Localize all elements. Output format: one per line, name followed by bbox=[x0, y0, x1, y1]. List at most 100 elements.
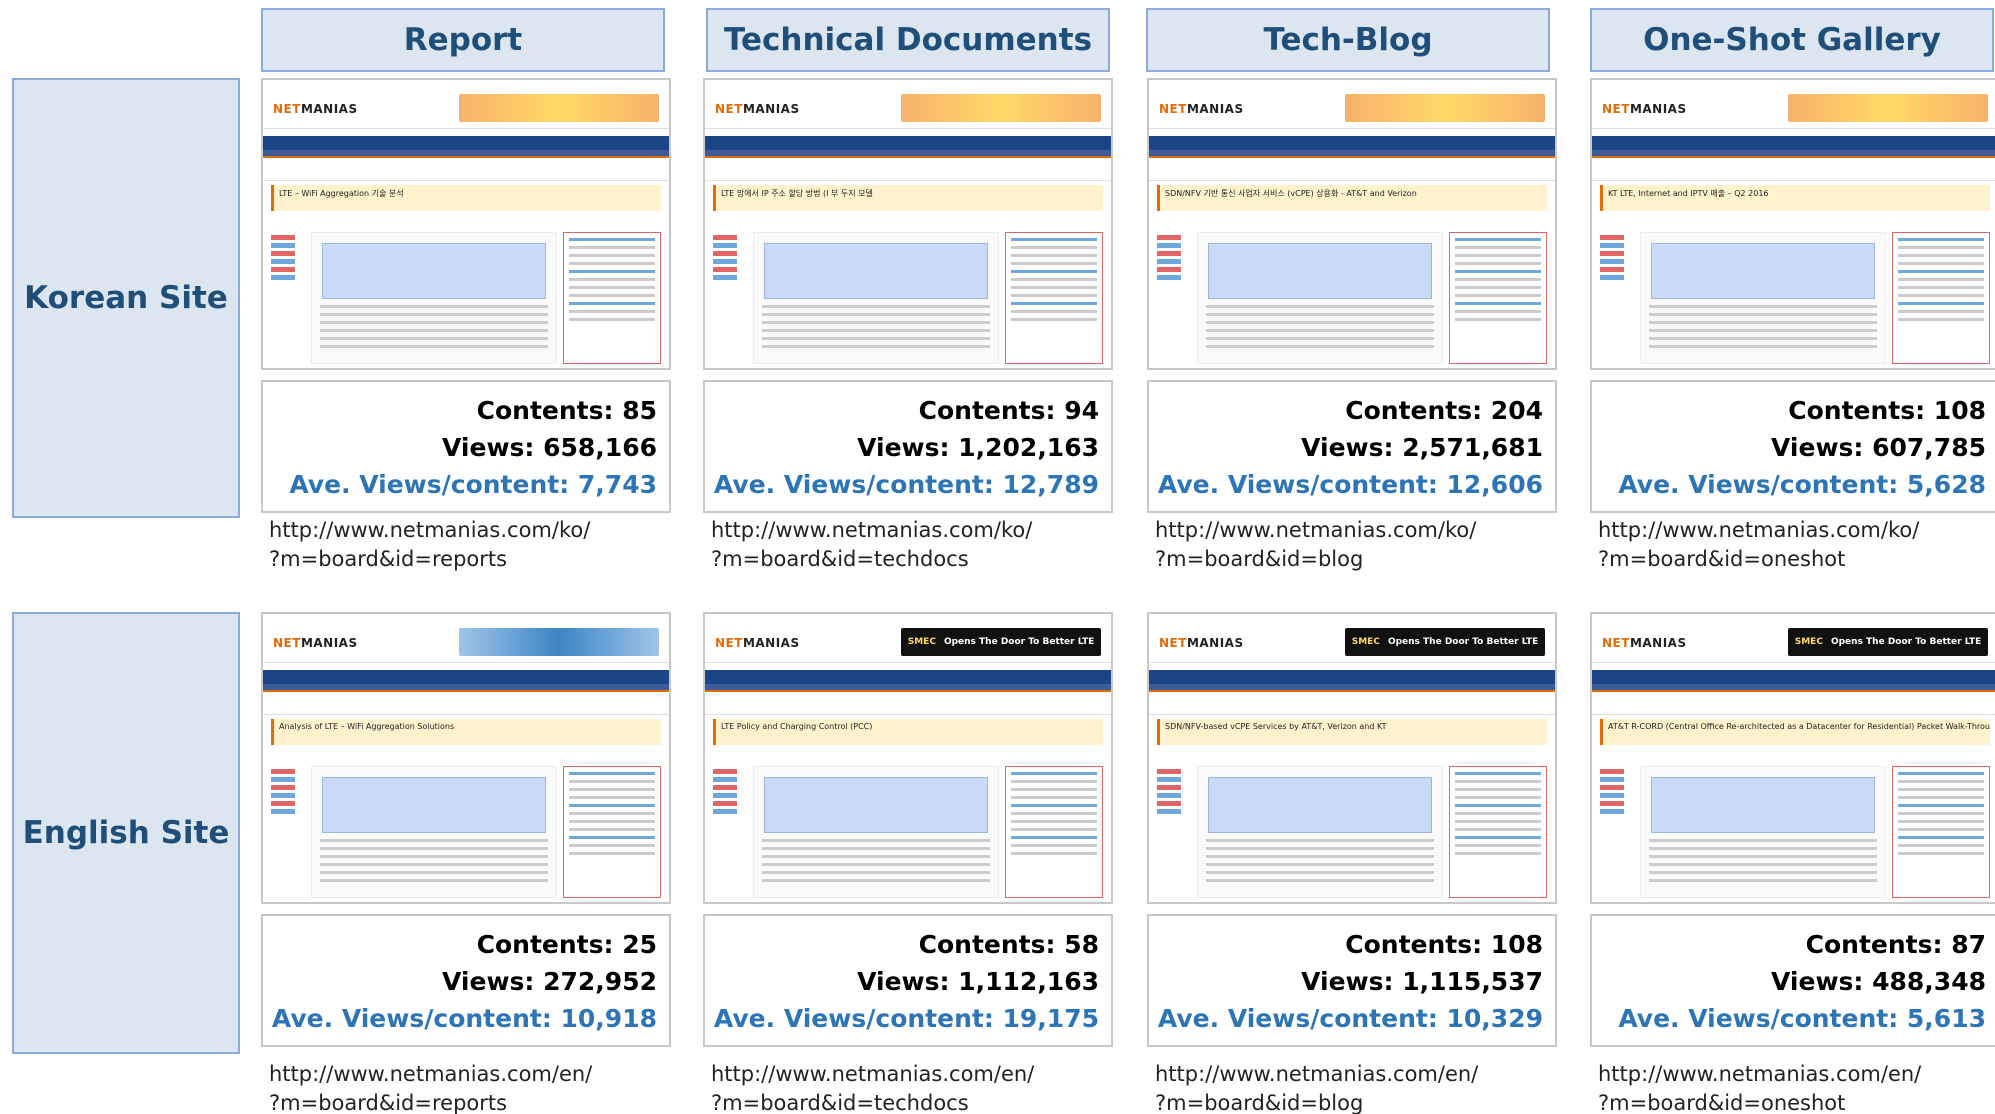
board-url-ko-techdocs[interactable]: http://www.netmanias.com/ko/ ?m=board&id=… bbox=[711, 516, 1141, 574]
board-url-en-report[interactable]: http://www.netmanias.com/en/ ?m=board&id=… bbox=[269, 1060, 699, 1114]
average-views-per-content: Ave. Views/content: 10,918 bbox=[271, 1004, 657, 1033]
thumbnail-sidebar bbox=[1600, 232, 1636, 364]
url-line-2: ?m=board&id=oneshot bbox=[1598, 547, 1846, 571]
average-views-per-content: Ave. Views/content: 5,628 bbox=[1618, 470, 1986, 499]
thumbnail-spacer bbox=[705, 162, 1111, 172]
contents-count: Contents: 108 bbox=[1788, 396, 1986, 425]
column-header-report: Report bbox=[261, 8, 665, 72]
thumbnail-body bbox=[1157, 766, 1547, 898]
thumbnail-spacer bbox=[1149, 696, 1555, 706]
thumbnail-article bbox=[1197, 232, 1443, 364]
column-header-one-shot-gallery: One-Shot Gallery bbox=[1590, 8, 1994, 72]
thumbnail-nav bbox=[263, 662, 669, 670]
board-url-en-oneshot[interactable]: http://www.netmanias.com/en/ ?m=board&id=… bbox=[1598, 1060, 1995, 1114]
netmanias-logo: NETMANIAS bbox=[1159, 636, 1244, 650]
page-thumbnail-en-report[interactable]: NETMANIAS Analysis of LTE – WiFi Aggregat… bbox=[261, 612, 671, 904]
thumbnail-nav-main bbox=[263, 670, 669, 684]
url-line-1: http://www.netmanias.com/ko/ bbox=[711, 518, 1033, 542]
page-thumbnail-en-oneshot[interactable]: NETMANIAS SMEC Opens The Door To Better LT… bbox=[1590, 612, 1995, 904]
thumbnail-banner: SMEC Opens The Door To Better LTE bbox=[1345, 628, 1545, 656]
thumbnail-section-title bbox=[1149, 176, 1555, 181]
thumbnail-section-title bbox=[263, 176, 669, 181]
thumbnail-spacer bbox=[1592, 696, 1995, 706]
page-thumbnail-ko-blog[interactable]: NETMANIAS SDN/NFV 기반 통신 사업자 서비스 (vCPE) 상용… bbox=[1147, 78, 1557, 370]
thumbnail-topbar bbox=[1149, 80, 1555, 90]
url-line-1: http://www.netmanias.com/ko/ bbox=[1598, 518, 1920, 542]
thumbnail-topbar bbox=[1592, 614, 1995, 624]
netmanias-logo: NETMANIAS bbox=[273, 636, 358, 650]
page-thumbnail-en-techdocs[interactable]: NETMANIAS SMEC Opens The Door To Better LT… bbox=[703, 612, 1113, 904]
stats-box-ko-techdocs: Contents: 94 Views: 1,202,163 Ave. Views/c… bbox=[703, 380, 1113, 513]
contents-count: Contents: 204 bbox=[1345, 396, 1543, 425]
board-url-en-blog[interactable]: http://www.netmanias.com/en/ ?m=board&id=… bbox=[1155, 1060, 1585, 1114]
views-count: Views: 2,571,681 bbox=[1301, 433, 1543, 462]
average-views-per-content: Ave. Views/content: 10,329 bbox=[1157, 1004, 1543, 1033]
page-thumbnail-en-blog[interactable]: NETMANIAS SMEC Opens The Door To Better LT… bbox=[1147, 612, 1557, 904]
thumbnail-nav-main bbox=[705, 670, 1111, 684]
banner-slogan: Opens The Door To Better LTE bbox=[1387, 637, 1539, 647]
netmanias-logo: NETMANIAS bbox=[273, 102, 358, 116]
url-line-1: http://www.netmanias.com/en/ bbox=[269, 1062, 593, 1086]
thumbnail-article-title: AT&T R-CORD (Central Office Re-architect… bbox=[1600, 719, 1990, 745]
page-thumbnail-ko-techdocs[interactable]: NETMANIAS LTE 망에서 IP 주소 할당 방법 (I 부 두지 모델 bbox=[703, 78, 1113, 370]
thumbnail-related-box bbox=[1892, 232, 1990, 364]
thumbnail-section-title bbox=[263, 710, 669, 715]
row-label-korean-site: Korean Site bbox=[12, 78, 240, 518]
thumbnail-body bbox=[1157, 232, 1547, 364]
views-count: Views: 488,348 bbox=[1771, 967, 1986, 996]
thumbnail-nav-main bbox=[1592, 670, 1995, 684]
board-url-ko-oneshot[interactable]: http://www.netmanias.com/ko/ ?m=board&id=… bbox=[1598, 516, 1995, 574]
average-views-per-content: Ave. Views/content: 5,613 bbox=[1618, 1004, 1986, 1033]
thumbnail-spacer bbox=[705, 696, 1111, 706]
thumbnail-section-title bbox=[705, 176, 1111, 181]
thumbnail-nav bbox=[1149, 128, 1555, 136]
thumbnail-section-title bbox=[705, 710, 1111, 715]
thumbnail-article-title: Analysis of LTE – WiFi Aggregation Solut… bbox=[271, 719, 661, 745]
thumbnail-article bbox=[1640, 232, 1886, 364]
netmanias-logo: NETMANIAS bbox=[715, 102, 800, 116]
url-line-2: ?m=board&id=techdocs bbox=[711, 547, 969, 571]
board-url-ko-report[interactable]: http://www.netmanias.com/ko/ ?m=board&id=… bbox=[269, 516, 699, 574]
banner-slogan: Opens The Door To Better LTE bbox=[943, 637, 1095, 647]
thumbnail-nav-sub bbox=[1149, 684, 1555, 692]
thumbnail-topbar bbox=[1149, 614, 1555, 624]
page-thumbnail-ko-oneshot[interactable]: NETMANIAS KT LTE, Internet and IPTV 매출 – … bbox=[1590, 78, 1995, 370]
thumbnail-spacer bbox=[263, 696, 669, 706]
url-line-1: http://www.netmanias.com/ko/ bbox=[269, 518, 591, 542]
thumbnail-nav bbox=[705, 128, 1111, 136]
thumbnail-body bbox=[271, 232, 661, 364]
thumbnail-body bbox=[713, 232, 1103, 364]
thumbnail-spacer bbox=[1592, 162, 1995, 172]
thumbnail-header: NETMANIAS bbox=[1149, 90, 1555, 128]
contents-count: Contents: 94 bbox=[918, 396, 1099, 425]
netmanias-logo: NETMANIAS bbox=[715, 636, 800, 650]
thumbnail-related-box bbox=[1892, 766, 1990, 898]
thumbnail-nav-main bbox=[1592, 136, 1995, 150]
thumbnail-nav-sub bbox=[1149, 150, 1555, 158]
thumbnail-article-title: LTE Policy and Charging Control (PCC) bbox=[713, 719, 1103, 745]
thumbnail-article-title: KT LTE, Internet and IPTV 매출 – Q2 2016 bbox=[1600, 185, 1990, 211]
netmanias-logo: NETMANIAS bbox=[1602, 636, 1687, 650]
board-url-ko-blog[interactable]: http://www.netmanias.com/ko/ ?m=board&id=… bbox=[1155, 516, 1585, 574]
thumbnail-sidebar bbox=[713, 232, 749, 364]
thumbnail-related-box bbox=[563, 766, 661, 898]
page-thumbnail-ko-report[interactable]: NETMANIAS LTE – WiFi Aggregation 기술 분석 bbox=[261, 78, 671, 370]
thumbnail-topbar bbox=[263, 614, 669, 624]
average-views-per-content: Ave. Views/content: 7,743 bbox=[289, 470, 657, 499]
thumbnail-section-title bbox=[1592, 710, 1995, 715]
url-line-2: ?m=board&id=reports bbox=[269, 547, 508, 571]
thumbnail-header: NETMANIAS SMEC Opens The Door To Better LT… bbox=[1149, 624, 1555, 662]
thumbnail-article-title: LTE 망에서 IP 주소 할당 방법 (I 부 두지 모델 bbox=[713, 185, 1103, 211]
board-url-en-techdocs[interactable]: http://www.netmanias.com/en/ ?m=board&id=… bbox=[711, 1060, 1141, 1114]
url-line-2: ?m=board&id=blog bbox=[1155, 1091, 1364, 1114]
netmanias-logo: NETMANIAS bbox=[1602, 102, 1687, 116]
stats-box-ko-report: Contents: 85 Views: 658,166 Ave. Views/con… bbox=[261, 380, 671, 513]
views-count: Views: 658,166 bbox=[442, 433, 657, 462]
thumbnail-nav bbox=[1592, 128, 1995, 136]
thumbnail-nav bbox=[1592, 662, 1995, 670]
thumbnail-topbar bbox=[705, 614, 1111, 624]
thumbnail-sidebar bbox=[1600, 766, 1636, 898]
stats-box-ko-oneshot: Contents: 108 Views: 607,785 Ave. Views/co… bbox=[1590, 380, 1995, 513]
url-line-2: ?m=board&id=blog bbox=[1155, 547, 1364, 571]
url-line-2: ?m=board&id=techdocs bbox=[711, 1091, 969, 1114]
